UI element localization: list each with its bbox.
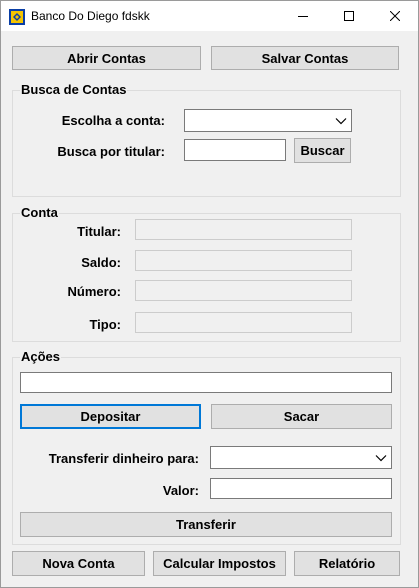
report-button[interactable]: Relatório (294, 551, 400, 576)
holder-search-label: Busca por titular: (57, 144, 165, 159)
bank-app-icon (9, 9, 25, 25)
holder-label: Titular: (77, 224, 121, 239)
transfer-button[interactable]: Transferir (20, 512, 392, 537)
save-accounts-button[interactable]: Salvar Contas (211, 46, 399, 70)
maximize-button[interactable] (326, 1, 372, 31)
title-bar[interactable]: Banco Do Diego fdskk (1, 1, 418, 31)
maximize-icon (344, 11, 354, 21)
minimize-icon (298, 16, 308, 17)
withdraw-button[interactable]: Sacar (211, 404, 392, 429)
close-button[interactable] (372, 1, 418, 31)
search-button[interactable]: Buscar (294, 138, 351, 163)
transfer-to-label: Transferir dinheiro para: (48, 451, 199, 466)
chevron-down-icon (375, 454, 387, 461)
type-field (135, 312, 352, 333)
main-window: Banco Do Diego fdskk Abrir Contas Salvar… (0, 0, 419, 588)
value-input[interactable] (210, 478, 392, 499)
choose-account-select[interactable] (184, 109, 352, 132)
calculate-taxes-button[interactable]: Calcular Impostos (153, 551, 286, 576)
holder-field (135, 219, 352, 240)
close-icon (390, 11, 400, 21)
actions-title: Ações (20, 349, 62, 364)
number-field (135, 280, 352, 301)
number-label: Número: (67, 284, 121, 299)
open-accounts-button[interactable]: Abrir Contas (12, 46, 201, 70)
account-title: Conta (20, 205, 59, 220)
type-label: Tipo: (89, 317, 121, 332)
amount-input[interactable] (20, 372, 392, 393)
search-accounts-title: Busca de Contas (20, 82, 128, 97)
window-title: Banco Do Diego fdskk (31, 9, 150, 23)
new-account-button[interactable]: Nova Conta (12, 551, 145, 576)
transfer-to-select[interactable] (210, 446, 392, 469)
balance-field (135, 250, 352, 271)
deposit-button[interactable]: Depositar (20, 404, 201, 429)
value-label: Valor: (162, 483, 199, 498)
holder-search-input[interactable] (184, 139, 286, 161)
choose-account-label: Escolha a conta: (61, 113, 165, 128)
minimize-button[interactable] (280, 1, 326, 31)
balance-label: Saldo: (81, 255, 121, 270)
chevron-down-icon (335, 117, 347, 124)
